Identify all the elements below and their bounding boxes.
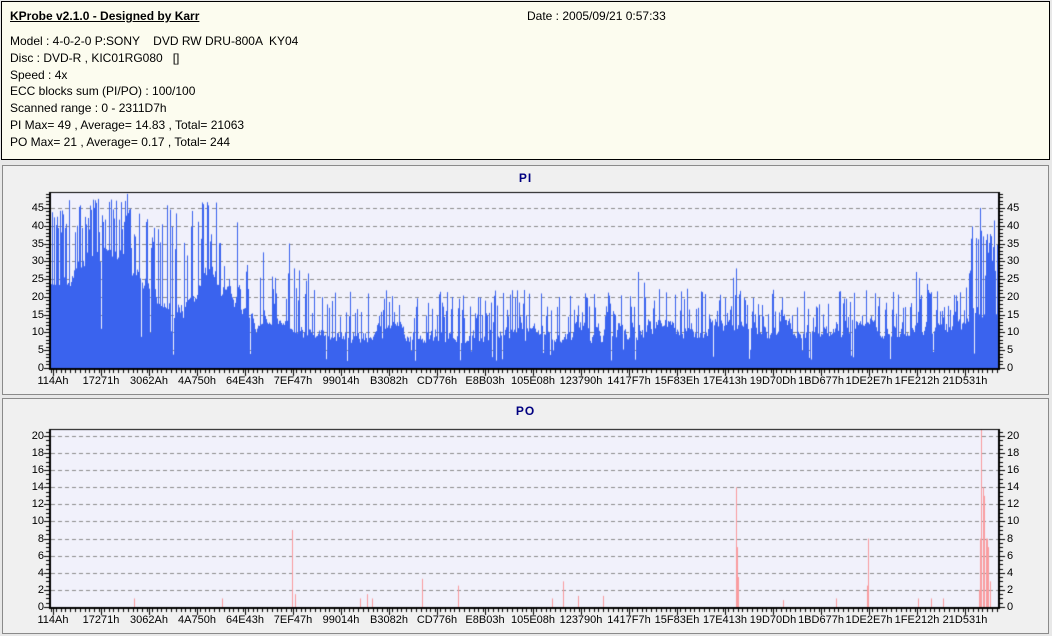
- y-axis-label: 20: [1007, 291, 1020, 303]
- y-axis-label: 16: [31, 464, 44, 476]
- y-axis-label: 25: [1007, 273, 1020, 285]
- x-axis-label: 21D531h: [942, 614, 988, 626]
- scan-info-line: Disc : DVD-R , KIC01RG080 []: [10, 50, 180, 65]
- y-axis-label: 0: [1007, 601, 1014, 613]
- y-axis-label: 10: [1007, 326, 1020, 338]
- y-axis-label: 0: [1007, 362, 1014, 374]
- scan-info-block: Model : 4-0-2-0 P:SONY DVD RW DRU-800A K…: [10, 33, 298, 151]
- scan-info-line: Scanned range : 0 - 2311D7h: [10, 101, 167, 116]
- y-axis-label: 30: [31, 255, 44, 267]
- y-axis-label: 2: [1007, 584, 1014, 596]
- y-axis-label: 12: [1007, 498, 1020, 510]
- y-axis-label: 45: [31, 202, 44, 214]
- y-axis-label: 10: [1007, 515, 1020, 527]
- y-axis-label: 30: [1007, 255, 1020, 267]
- y-axis-label: 4: [1007, 567, 1014, 579]
- y-axis-label: 0: [37, 362, 44, 374]
- scan-info-line: PI Max= 49 , Average= 14.83 , Total= 210…: [10, 117, 245, 132]
- y-axis-label: 40: [1007, 220, 1020, 232]
- po-chart-title: PO: [515, 404, 536, 418]
- y-axis-label: 10: [31, 326, 44, 338]
- scan-info-line: PO Max= 21 , Average= 0.17 , Total= 244: [10, 134, 231, 149]
- y-axis-label: 12: [31, 498, 44, 510]
- y-axis-label: 18: [31, 447, 44, 459]
- header-panel: KProbe v2.1.0 - Designed by Karr Date : …: [1, 1, 1050, 160]
- y-axis-label: 35: [31, 238, 44, 250]
- y-axis-label: 18: [1007, 447, 1020, 459]
- y-axis-label: 40: [31, 220, 44, 232]
- pi-chart-title: PI: [518, 171, 533, 185]
- y-axis-label: 16: [1007, 464, 1020, 476]
- y-axis-label: 15: [31, 309, 44, 321]
- y-axis-label: 20: [31, 430, 44, 442]
- y-axis-label: 8: [1007, 533, 1014, 545]
- x-axis-label: 21D531h: [942, 375, 988, 387]
- app-title: KProbe v2.1.0 - Designed by Karr: [10, 9, 200, 23]
- y-axis-label: 4: [37, 567, 44, 579]
- y-axis-label: 8: [37, 533, 44, 545]
- scan-date: Date : 2005/09/21 0:57:33: [527, 9, 666, 23]
- header-title-row: KProbe v2.1.0 - Designed by Karr Date : …: [2, 2, 1049, 28]
- y-axis-label: 6: [1007, 550, 1014, 562]
- scan-info-line: Model : 4-0-2-0 P:SONY DVD RW DRU-800A K…: [10, 34, 299, 48]
- y-axis-label: 45: [1007, 202, 1020, 214]
- y-axis-label: 20: [1007, 430, 1020, 442]
- scan-info-line: Speed : 4x: [10, 67, 68, 82]
- po-chart-canvas: [3, 399, 1048, 633]
- y-axis-label: 35: [1007, 238, 1020, 250]
- y-axis-label: 20: [31, 291, 44, 303]
- y-axis-label: 0: [37, 601, 44, 613]
- scan-info-line: ECC blocks sum (PI/PO) : 100/100: [10, 84, 196, 99]
- pi-chart-panel: PI 0 0 5 5 10 10 15 15 20 20 25 25 30 30 35 35 40 40 45 45 1…: [2, 165, 1049, 395]
- y-axis-label: 14: [31, 481, 44, 493]
- y-axis-label: 10: [31, 515, 44, 527]
- pi-chart-canvas: [3, 166, 1048, 394]
- y-axis-label: 5: [1007, 344, 1014, 356]
- y-axis-label: 15: [1007, 309, 1020, 321]
- y-axis-label: 5: [37, 344, 44, 356]
- y-axis-label: 6: [37, 550, 44, 562]
- y-axis-label: 25: [31, 273, 44, 285]
- y-axis-label: 14: [1007, 481, 1020, 493]
- po-chart-panel: PO 0 0 2 2 4 4 6 6 8 8 10 10 12 12 14 14 16 16 18 18 20 20 114…: [2, 398, 1049, 634]
- y-axis-label: 2: [37, 584, 44, 596]
